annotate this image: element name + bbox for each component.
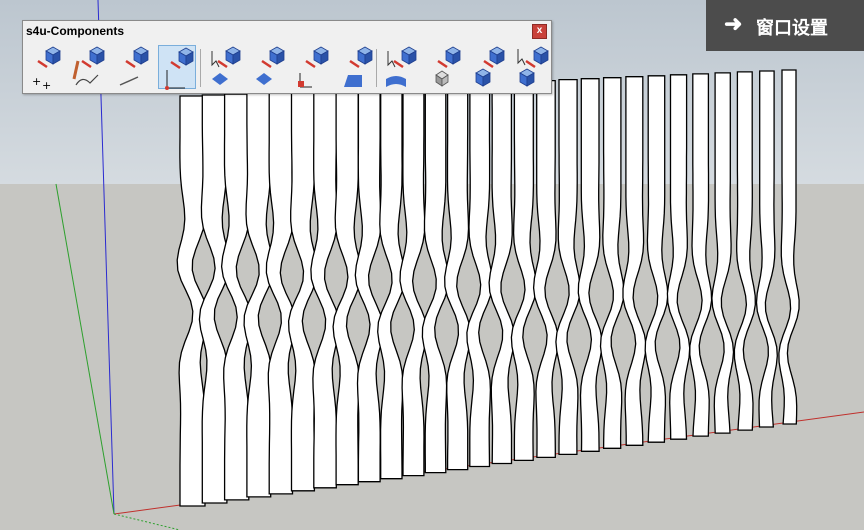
components-on-face-axis-icon [298, 46, 329, 88]
window-settings-label: 窗口设置 [756, 18, 828, 39]
place-components-along-curve-button[interactable] [70, 45, 108, 89]
components-on-surface-icon [344, 46, 373, 87]
select-components-on-face-icon [211, 46, 241, 85]
fin-panel [577, 78, 603, 452]
select-components-on-curved-face-button[interactable] [382, 45, 420, 89]
s4u-components-toolbar[interactable]: s4u-Components x + + [22, 20, 552, 94]
fin-panel [310, 89, 340, 489]
move-components-along-axis-button[interactable] [158, 45, 196, 90]
toolbar-title: s4u-Components [26, 24, 125, 38]
window-settings-button[interactable]: ➜ 窗口设置 [706, 0, 864, 51]
replace-components-button[interactable] [470, 45, 508, 89]
select-components-on-face-button[interactable] [206, 45, 244, 89]
component-box-icon [435, 46, 461, 87]
fin-panel [778, 69, 800, 425]
place-components-along-line-icon [119, 46, 149, 86]
components-on-face-axis-button[interactable] [294, 45, 332, 89]
green-axis-dashed [113, 513, 181, 530]
components-on-surface-button[interactable] [338, 45, 376, 89]
fin-panel [644, 75, 669, 443]
fin-panel [466, 82, 494, 468]
fin-panel [599, 77, 625, 449]
add-components-at-points-button[interactable]: + + [26, 45, 64, 89]
fin-panel [399, 85, 428, 477]
toolbar-tool-row: + + [26, 45, 550, 90]
svg-text:+: + [42, 79, 51, 89]
move-components-along-axis-icon [165, 47, 194, 90]
place-components-along-line-button[interactable] [114, 45, 152, 89]
add-components-at-points-icon: + + [32, 46, 61, 89]
fin-panel [488, 81, 516, 465]
arrow-right-icon: ➜ [724, 11, 743, 36]
select-similar-components-icon [517, 46, 549, 87]
fin-panel [666, 74, 691, 440]
toolbar-close-button[interactable]: x [532, 24, 547, 39]
replace-components-icon [475, 46, 505, 87]
components-on-face-icon [256, 46, 285, 85]
fin-panel [555, 78, 581, 456]
toolbar-separator [200, 49, 201, 87]
place-components-along-curve-icon [72, 46, 105, 86]
fin-panel [755, 70, 778, 428]
select-components-on-curved-face-icon [386, 46, 417, 87]
fin-panel [510, 80, 537, 462]
fin-panel [532, 79, 559, 459]
fin-panel [354, 87, 384, 483]
select-similar-components-button[interactable] [514, 45, 552, 89]
toolbar-separator [376, 49, 377, 87]
fin-panel [711, 72, 735, 434]
fin-panel [622, 76, 647, 446]
fin-panel [689, 73, 713, 437]
fin-panel [444, 83, 472, 471]
component-box-button[interactable] [426, 45, 464, 89]
fin-panel [733, 71, 756, 431]
components-on-face-button[interactable] [250, 45, 288, 89]
svg-text:+: + [32, 75, 41, 88]
